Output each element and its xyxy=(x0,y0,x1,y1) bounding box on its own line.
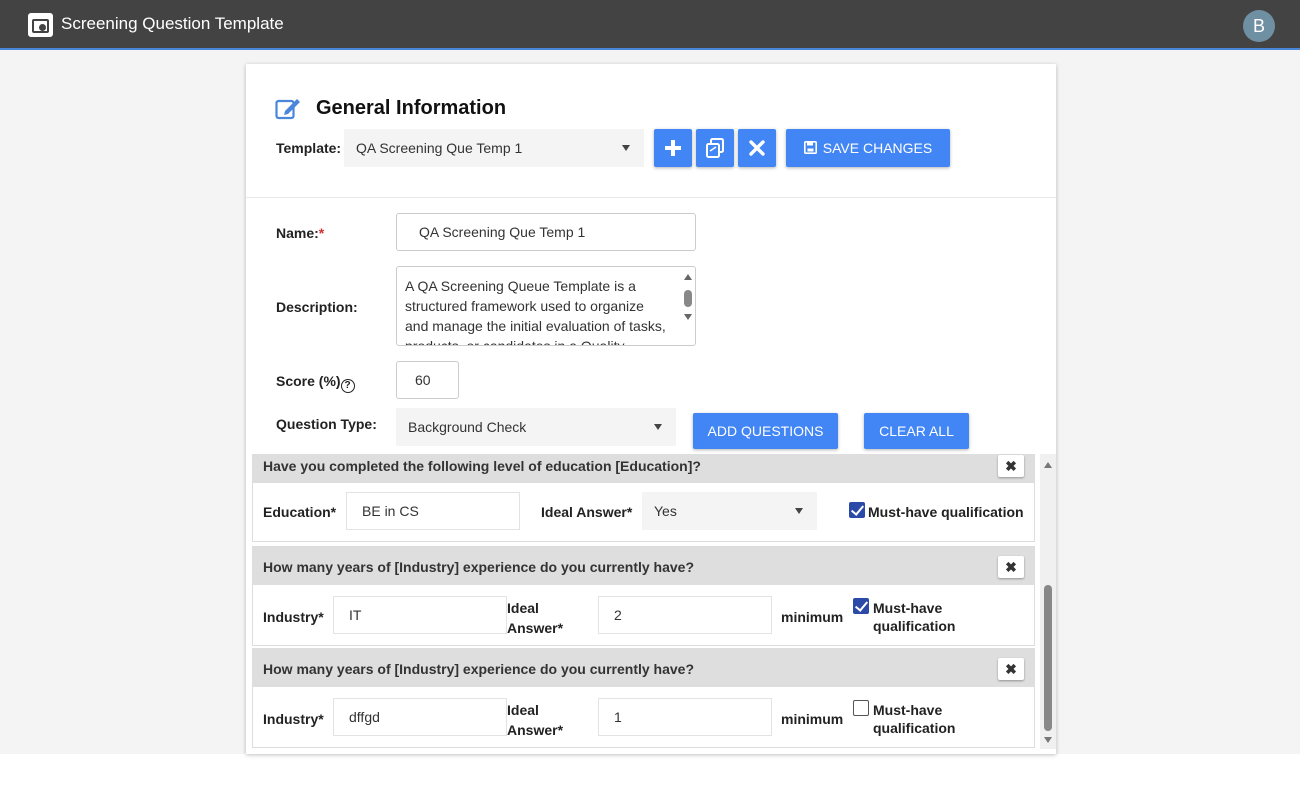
question-type-label: Question Type: xyxy=(276,416,377,432)
ideal-answer-input[interactable]: 1 xyxy=(598,698,772,736)
question-type-select[interactable]: Background Check xyxy=(396,408,676,446)
must-have-label: Must-have qualification xyxy=(873,600,956,634)
scroll-down-icon[interactable] xyxy=(1044,737,1052,743)
must-have-label: Must-have qualification xyxy=(868,504,1024,520)
question-header: How many years of [Industry] experience … xyxy=(253,649,1034,687)
must-have-checkbox[interactable] xyxy=(853,700,869,716)
question-header: How many years of [Industry] experience … xyxy=(253,547,1034,585)
question-title: Have you completed the following level o… xyxy=(263,458,701,474)
question-type-value: Background Check xyxy=(408,419,527,435)
scroll-up-icon[interactable] xyxy=(684,274,692,280)
must-have-label: Must-have qualification xyxy=(873,702,956,736)
education-input[interactable]: BE in CS xyxy=(346,492,520,530)
name-label: Name:* xyxy=(276,225,325,241)
close-icon: ✖ xyxy=(1005,661,1017,677)
template-select[interactable]: QA Screening Que Temp 1 xyxy=(344,129,644,167)
question-card: Have you completed the following level o… xyxy=(252,454,1035,542)
questions-scrollbar[interactable] xyxy=(1040,454,1056,749)
description-textarea[interactable]: A QA Screening Queue Template is a struc… xyxy=(396,266,696,346)
close-icon: ✖ xyxy=(1005,458,1017,474)
question-title: How many years of [Industry] experience … xyxy=(263,661,695,677)
copy-template-button[interactable] xyxy=(696,129,734,167)
close-icon xyxy=(749,140,765,156)
question-header: Have you completed the following level o… xyxy=(253,454,1034,483)
remove-question-button[interactable]: ✖ xyxy=(998,556,1024,578)
floppy-disk-icon xyxy=(803,141,817,154)
app-logo-icon xyxy=(28,13,53,37)
section-title: General Information xyxy=(316,97,507,119)
question-card: How many years of [Industry] experience … xyxy=(252,648,1035,748)
questions-list: Have you completed the following level o… xyxy=(252,454,1056,749)
score-input[interactable]: 60 xyxy=(396,361,459,399)
copy-icon xyxy=(706,138,724,158)
template-select-value: QA Screening Que Temp 1 xyxy=(356,140,523,156)
description-label: Description: xyxy=(276,299,358,315)
plus-icon xyxy=(665,140,681,156)
ideal-answer-label: Ideal Answer* xyxy=(507,702,564,738)
required-mark: * xyxy=(318,225,325,241)
minimum-label: minimum xyxy=(781,609,844,625)
description-text: A QA Screening Queue Template is a struc… xyxy=(405,278,666,346)
ideal-answer-label: Ideal Answer* xyxy=(507,600,564,636)
scroll-down-icon[interactable] xyxy=(684,314,692,320)
section-divider xyxy=(246,197,1056,198)
remove-question-button[interactable]: ✖ xyxy=(998,455,1024,477)
education-label: Education* xyxy=(263,504,337,520)
scrollbar-thumb[interactable] xyxy=(1044,585,1052,731)
close-icon: ✖ xyxy=(1005,559,1017,575)
name-input[interactable]: QA Screening Que Temp 1 xyxy=(396,213,696,251)
textarea-scrollbar[interactable] xyxy=(684,290,692,307)
app-title: Screening Question Template xyxy=(61,14,284,33)
ideal-answer-select[interactable]: Yes xyxy=(642,492,817,530)
template-card: General Information Template: QA Screeni… xyxy=(246,64,1056,754)
delete-template-button[interactable] xyxy=(738,129,776,167)
top-bar: Screening Question Template B xyxy=(0,0,1300,50)
industry-input[interactable]: dffgd xyxy=(333,698,507,736)
ideal-answer-input[interactable]: 2 xyxy=(598,596,772,634)
edit-pencil-icon xyxy=(275,99,300,120)
must-have-checkbox[interactable] xyxy=(853,598,869,614)
question-title: How many years of [Industry] experience … xyxy=(263,559,695,575)
chevron-down-icon xyxy=(654,424,662,430)
user-avatar[interactable]: B xyxy=(1243,10,1275,42)
template-label: Template: xyxy=(276,140,342,156)
save-changes-label: SAVE CHANGES xyxy=(822,140,933,156)
industry-label: Industry* xyxy=(263,609,324,625)
industry-input[interactable]: IT xyxy=(333,596,507,634)
save-changes-button[interactable]: SAVE CHANGES xyxy=(786,129,950,167)
clear-all-button[interactable]: CLEAR ALL xyxy=(864,413,969,449)
remove-question-button[interactable]: ✖ xyxy=(998,658,1024,680)
must-have-checkbox[interactable] xyxy=(849,502,865,518)
ideal-answer-value: Yes xyxy=(654,503,677,519)
chevron-down-icon xyxy=(795,508,803,514)
add-questions-button[interactable]: ADD QUESTIONS xyxy=(693,413,838,449)
page-footer-area xyxy=(0,754,1300,802)
question-card: How many years of [Industry] experience … xyxy=(252,546,1035,646)
chevron-down-icon xyxy=(622,145,630,151)
industry-label: Industry* xyxy=(263,711,324,727)
ideal-answer-label: Ideal Answer* xyxy=(541,504,633,520)
score-label: Score (%)? xyxy=(276,373,355,393)
scroll-up-icon[interactable] xyxy=(1044,462,1052,468)
help-icon[interactable]: ? xyxy=(340,379,355,393)
add-template-button[interactable] xyxy=(654,129,692,167)
minimum-label: minimum xyxy=(781,711,844,727)
